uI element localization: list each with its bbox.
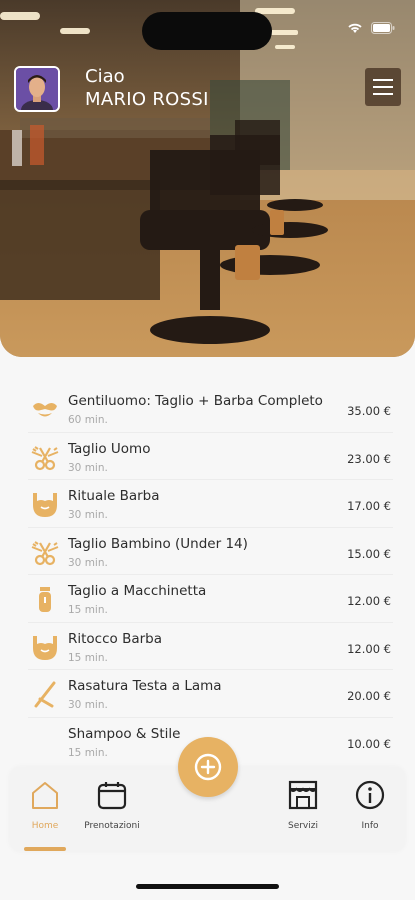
menu-line	[373, 93, 393, 95]
greeting: Ciao MARIO ROSSI	[85, 66, 209, 112]
service-duration: 30 min.	[68, 556, 108, 569]
tab-label: Info	[361, 821, 379, 831]
service-duration: 30 min.	[68, 509, 108, 521]
shop-icon	[288, 780, 318, 810]
service-row[interactable]: Gentiluomo: Taglio + Barba Completo 60 m…	[28, 385, 393, 433]
razor-icon	[34, 681, 56, 708]
menu-line	[373, 86, 393, 88]
service-title: Taglio a Macchinetta	[68, 583, 207, 599]
scissors-comb-icon	[31, 445, 59, 470]
service-title: Taglio Bambino (Under 14)	[68, 535, 248, 552]
info-icon	[355, 780, 385, 810]
service-duration: 15 min.	[68, 604, 108, 616]
service-row[interactable]: Rituale Barba 30 min. 17.00 €	[28, 480, 393, 528]
service-price: 35.00 €	[347, 404, 391, 418]
service-row[interactable]: Taglio Bambino (Under 14) 30 min. 15.00 …	[28, 528, 393, 575]
service-title: Rituale Barba	[68, 488, 160, 504]
home-indicator	[136, 884, 279, 889]
service-title: Ritocco Barba	[68, 630, 163, 647]
tab-label: Servizi	[287, 821, 318, 831]
active-tab-indicator	[24, 847, 66, 851]
service-price: 23.00 €	[347, 451, 391, 466]
mustache-icon	[33, 403, 57, 417]
wifi-icon	[348, 23, 362, 33]
service-title: Rasatura Testa a Lama	[68, 678, 222, 694]
hamburger-menu-button[interactable]	[365, 68, 401, 106]
avatar[interactable]	[14, 66, 60, 112]
beard-icon	[33, 493, 57, 517]
calendar-icon	[97, 782, 127, 810]
service-duration: 60 min.	[68, 414, 108, 426]
tab-bookings[interactable]: Prenotazioni	[77, 779, 147, 831]
barbershop-photo	[0, 0, 415, 357]
service-duration: 30 min.	[68, 699, 108, 711]
scissors-comb-icon	[31, 540, 59, 565]
plus-circle-icon	[194, 753, 222, 781]
service-row[interactable]: Taglio Uomo 30 min. 23.00 €	[28, 433, 393, 480]
tab-info[interactable]: Info	[335, 779, 405, 831]
menu-line	[373, 79, 393, 81]
status-icons	[347, 22, 395, 34]
service-row[interactable]: Rasatura Testa a Lama 30 min. 20.00 €	[28, 670, 393, 718]
greeting-text: Ciao	[85, 66, 125, 87]
user-name: MARIO ROSSI	[85, 89, 209, 110]
service-title: Shampoo & Stile	[68, 725, 181, 742]
service-row[interactable]: Taglio a Macchinetta 15 min. 12.00 €	[28, 575, 393, 623]
service-price: 12.00 €	[347, 594, 391, 608]
tab-home[interactable]: Home	[10, 779, 80, 831]
dynamic-island	[142, 12, 272, 50]
service-duration: 30 min.	[68, 461, 108, 474]
beard-icon	[33, 635, 57, 660]
hero-banner: Ciao MARIO ROSSI	[0, 0, 415, 357]
tab-label: Prenotazioni	[84, 821, 140, 831]
service-row[interactable]: Ritocco Barba 15 min. 12.00 €	[28, 623, 393, 670]
service-price: 15.00 €	[347, 546, 391, 561]
tab-services[interactable]: Servizi	[268, 779, 338, 831]
service-price: 10.00 €	[347, 736, 391, 751]
add-booking-button[interactable]	[178, 737, 238, 797]
service-title: Taglio Uomo	[68, 440, 151, 457]
service-price: 12.00 €	[347, 641, 391, 656]
service-title: Gentiluomo: Taglio + Barba Completo	[68, 393, 323, 409]
service-price: 20.00 €	[347, 689, 391, 703]
battery-icon	[371, 22, 395, 34]
services-list: Gentiluomo: Taglio + Barba Completo 60 m…	[28, 385, 393, 765]
service-duration: 15 min.	[68, 651, 108, 664]
clipper-icon	[39, 587, 51, 612]
home-icon	[32, 782, 58, 809]
service-price: 17.00 €	[347, 499, 391, 513]
tab-label: Home	[31, 821, 59, 831]
service-duration: 15 min.	[68, 746, 108, 759]
user-avatar-icon	[16, 68, 58, 110]
